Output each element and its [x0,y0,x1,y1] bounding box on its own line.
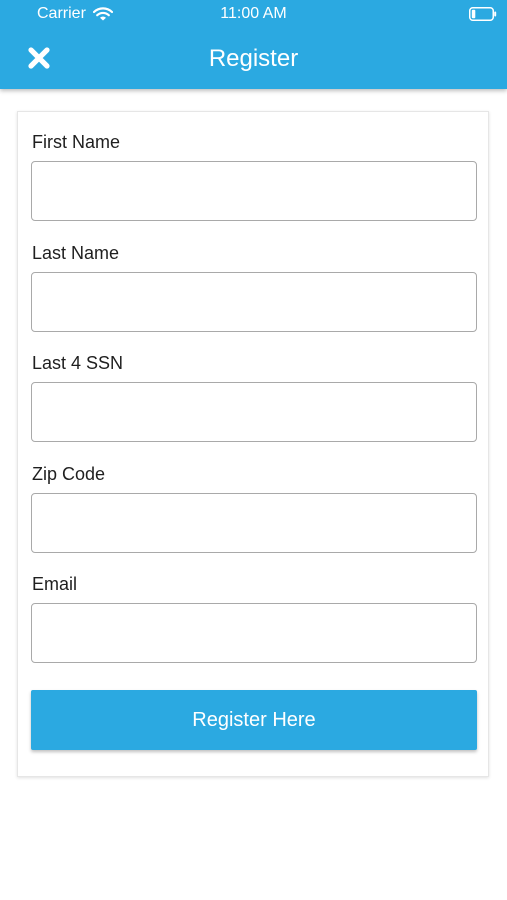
zip-code-input[interactable] [31,493,477,553]
email-input[interactable] [31,603,477,663]
last-4-ssn-input[interactable] [31,382,477,442]
status-time: 11:00 AM [220,5,287,22]
status-bar: Carrier 11:00 AM [0,0,507,30]
battery-icon [469,7,497,21]
first-name-input[interactable] [31,161,477,221]
email-label: Email [32,574,78,594]
registration-form-card: First Name Last Name Last 4 SSN Zip Code… [17,111,489,777]
register-screen: Carrier 11:00 AM Register First Name Las… [0,0,507,900]
last-name-label: Last Name [32,243,120,263]
page-title: Register [208,45,299,72]
last-4-ssn-label: Last 4 SSN [32,353,124,373]
header: Register [0,30,507,89]
first-name-label: First Name [32,132,121,152]
last-name-input[interactable] [31,272,477,332]
top-bar: Carrier 11:00 AM Register [0,0,507,89]
register-button[interactable]: Register Here [31,690,477,750]
zip-code-label: Zip Code [32,464,106,484]
